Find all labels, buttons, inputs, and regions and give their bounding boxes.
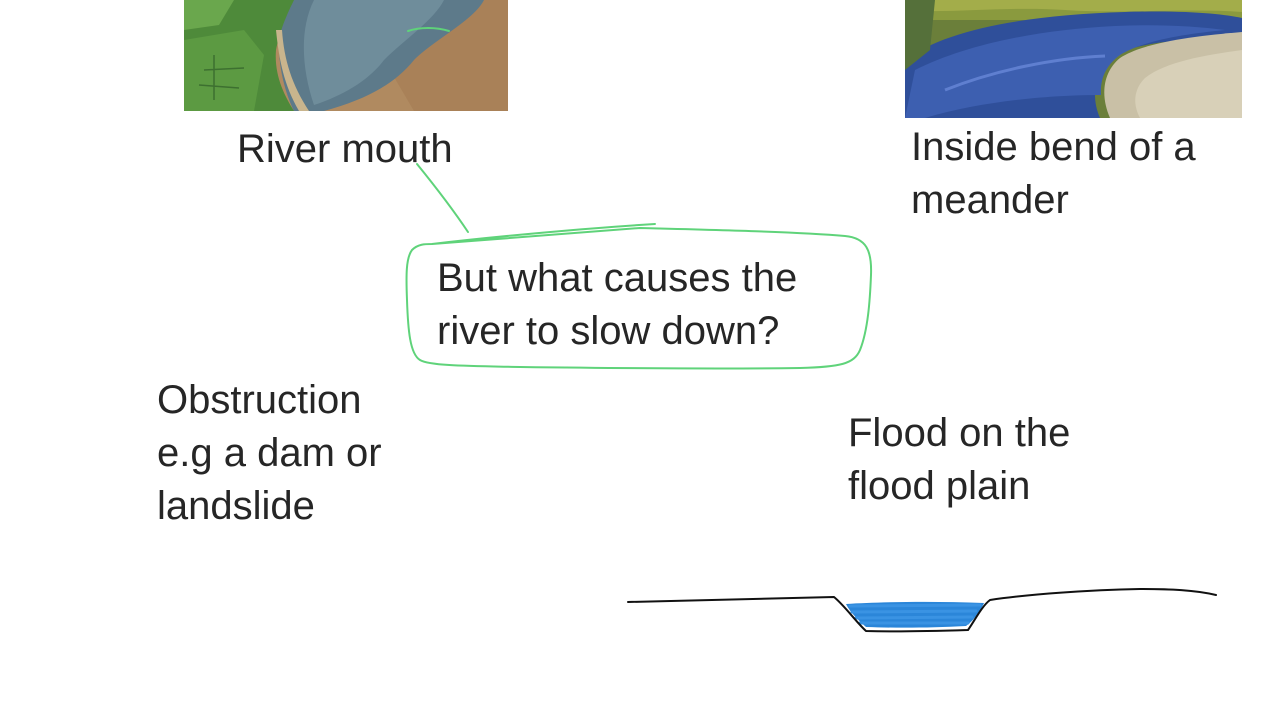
floodplain-cross-section	[627, 588, 1217, 633]
obstruction-line1: Obstruction	[157, 378, 362, 422]
question-line2: river to slow down?	[437, 309, 780, 353]
question-line1: But what causes the	[437, 256, 798, 300]
water-brush-strokes	[848, 603, 982, 625]
meander-caption-line1: Inside bend of a	[911, 125, 1196, 169]
meander-caption-line2: meander	[911, 178, 1069, 222]
river-mouth-caption: River mouth	[237, 127, 453, 171]
river-mouth-photo	[184, 0, 508, 111]
meander-photo	[905, 0, 1242, 118]
obstruction-line2: e.g a dam or	[157, 431, 382, 475]
flood-line1: Flood on the	[848, 411, 1071, 455]
obstruction-line3: landslide	[157, 484, 315, 528]
channel-water-fill	[846, 601, 984, 628]
flood-line2: flood plain	[848, 464, 1031, 508]
